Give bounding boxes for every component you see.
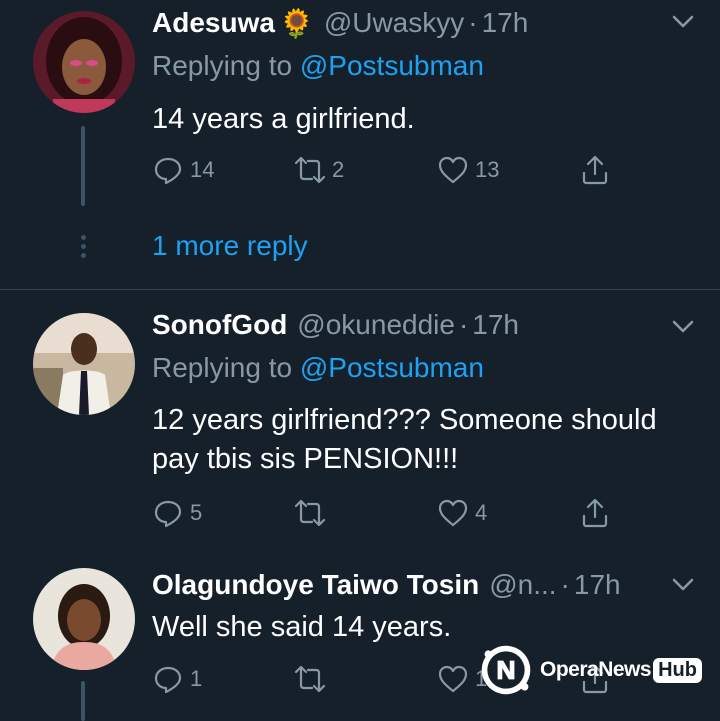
heart-icon (438, 156, 468, 184)
avatar[interactable] (33, 313, 135, 415)
reply-button[interactable]: 14 (152, 150, 214, 190)
reply-count: 5 (190, 500, 203, 525)
separator-dot: · (458, 309, 469, 340)
chevron-down-icon[interactable] (670, 313, 696, 339)
retweet-icon (294, 665, 326, 693)
replying-handle-link[interactable]: @Postsubman (300, 50, 484, 81)
share-button[interactable] (579, 493, 611, 533)
tweet-actions: 5 4 (152, 493, 632, 533)
retweet-button[interactable] (294, 493, 332, 533)
replying-to: Replying to @Postsubman (152, 352, 484, 384)
more-replies-dots (79, 235, 87, 262)
like-button[interactable]: 4 (437, 493, 487, 533)
operanews-watermark: OperaNews Hub (478, 640, 702, 700)
tweet-actions: 14 2 13 (152, 150, 632, 190)
heart-icon (438, 665, 468, 693)
replying-to: Replying to @Postsubman (152, 50, 484, 82)
timestamp[interactable]: 17h (574, 569, 621, 601)
sunflower-emoji: 🌻 (278, 7, 314, 39)
timestamp[interactable]: 17h (482, 7, 529, 39)
avatar[interactable] (33, 568, 135, 670)
reply-button[interactable]: 5 (152, 493, 202, 533)
retweet-count: 2 (332, 157, 345, 182)
more-replies-link[interactable]: 1 more reply (152, 230, 308, 262)
like-count: 13 (475, 157, 500, 182)
tweet-sonofgod[interactable]: SonofGod @okuneddie · 17h Replying to @P… (0, 305, 720, 545)
replying-label: Replying to (152, 50, 293, 81)
share-icon (582, 155, 608, 185)
user-handle[interactable]: @n... (489, 569, 556, 601)
like-count: 4 (475, 500, 488, 525)
retweet-button[interactable] (294, 659, 332, 699)
chevron-down-icon[interactable] (670, 571, 696, 597)
share-button[interactable] (579, 150, 611, 190)
tweet-text: 12 years girlfriend??? Someone should pa… (152, 404, 657, 475)
timestamp[interactable]: 17h (472, 309, 519, 341)
display-name[interactable]: Adesuwa (152, 7, 275, 39)
user-handle[interactable]: @okuneddie (297, 309, 455, 341)
display-name[interactable]: Olagundoye Taiwo Tosin (152, 569, 479, 601)
chevron-down-icon[interactable] (670, 8, 696, 34)
reply-icon (154, 500, 182, 528)
separator-dot: · (560, 569, 570, 600)
separator-dot: · (468, 7, 478, 38)
reply-count: 14 (190, 157, 215, 182)
replying-label: Replying to (152, 352, 293, 383)
tweet-text: 14 years a girlfriend. (152, 103, 415, 135)
watermark-hub: Hub (653, 657, 702, 683)
user-handle[interactable]: @Uwaskyy (324, 7, 464, 39)
heart-icon (438, 499, 468, 527)
reply-count: 1 (190, 666, 203, 691)
watermark-brand: OperaNews (540, 658, 652, 681)
retweet-icon (294, 156, 326, 184)
avatar[interactable] (33, 11, 135, 113)
replying-handle-link[interactable]: @Postsubman (300, 352, 484, 383)
reply-icon (154, 666, 182, 694)
retweet-button[interactable]: 2 (294, 150, 344, 190)
thread-line (81, 126, 85, 206)
like-button[interactable]: 13 (437, 150, 499, 190)
reply-icon (154, 157, 182, 185)
tweet-adesuwa[interactable]: Adesuwa 🌻 @Uwaskyy · 17h Replying to @Po… (0, 0, 720, 290)
retweet-icon (294, 499, 326, 527)
display-name[interactable]: SonofGod (152, 309, 287, 341)
reply-button[interactable]: 1 (152, 659, 202, 699)
thread-line (81, 681, 85, 721)
share-icon (582, 498, 608, 528)
operanews-logo-icon (481, 645, 531, 695)
divider (0, 289, 720, 290)
